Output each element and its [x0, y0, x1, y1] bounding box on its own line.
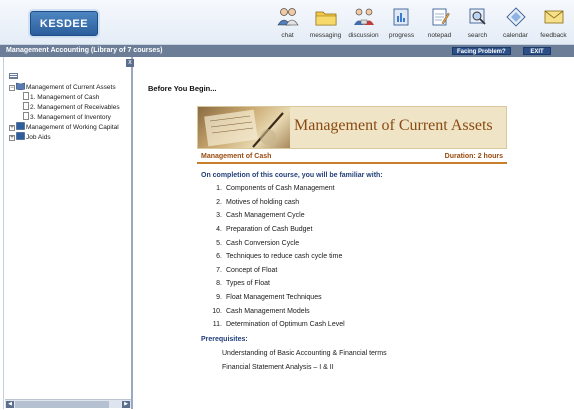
course-tree-panel: x − Management of Current Assets 1. Mana…	[3, 57, 134, 409]
discussion-icon	[353, 6, 375, 28]
banner-title: Management of Current Assets	[294, 117, 493, 134]
toolbar: chat messaging discussion progress notep…	[271, 6, 570, 44]
progress-icon	[391, 6, 413, 28]
tree-item-label: Management of Working Capital	[26, 124, 119, 131]
tree-item-label: Management of Current Assets	[26, 84, 116, 91]
tree-item-inventory[interactable]: 3. Management of Inventory	[9, 112, 133, 123]
expand-icon[interactable]: +	[9, 125, 15, 131]
objective-item: 8. Types of Float	[208, 279, 345, 293]
discussion-button[interactable]: discussion	[347, 6, 380, 44]
horizontal-scrollbar[interactable]: ◀ ▶	[5, 399, 131, 408]
calendar-icon	[505, 6, 527, 28]
objective-number: 9.	[216, 294, 222, 302]
objective-number: 10.	[212, 307, 222, 315]
module-info-bar: Management of Cash Duration: 2 hours	[197, 152, 507, 164]
objective-number: 1.	[216, 185, 222, 192]
objective-number: 7.	[216, 266, 222, 274]
chat-button[interactable]: chat	[271, 6, 304, 44]
objective-item: 9. Float Management Techniques	[208, 293, 345, 307]
objective-item: 3. Cash Management Cycle	[208, 211, 345, 225]
course-banner: Management of Current Assets	[197, 106, 507, 149]
exit-button[interactable]: EXIT	[523, 47, 551, 55]
notepad-button[interactable]: notepad	[423, 6, 456, 44]
objective-text: Determination of Optimum Cash Level	[226, 321, 345, 329]
tree-root	[9, 73, 133, 83]
course-tree: − Management of Current Assets 1. Manage…	[9, 73, 133, 143]
kesdee-logo: KESDEE	[30, 11, 98, 36]
duration: Duration: 2 hours	[444, 153, 503, 160]
feedback-button[interactable]: feedback	[537, 6, 570, 44]
objective-text: Types of Float	[226, 280, 270, 288]
prerequisites-list: Understanding of Basic Accounting & Fina…	[222, 349, 387, 377]
objective-item: 11. Determination of Optimum Cash Level	[208, 320, 345, 334]
objective-text: Preparation of Cash Budget	[226, 225, 313, 233]
objective-text: Techniques to reduce cash cycle time	[226, 253, 343, 261]
objective-number: 4.	[216, 225, 222, 233]
library-title: Management Accounting (Library of 7 cour…	[6, 47, 163, 54]
objective-item: 6. Techniques to reduce cash cycle time	[208, 252, 345, 266]
calendar-button[interactable]: calendar	[499, 6, 532, 44]
objective-text: Float Management Techniques	[226, 294, 322, 302]
tree-item-label: 2. Management of Receivables	[30, 104, 120, 111]
objective-text: Cash Management Models	[226, 307, 310, 315]
prerequisites-heading: Prerequisites:	[201, 336, 248, 343]
scroll-thumb[interactable]	[15, 401, 109, 408]
objective-item: 7. Concept of Float	[208, 266, 345, 280]
tree-item-job-aids[interactable]: + Job Aids	[9, 132, 133, 143]
tree-item-label: 1. Management of Cash	[30, 94, 100, 101]
prerequisite-item: Understanding of Basic Accounting & Fina…	[222, 350, 387, 357]
chat-icon	[276, 6, 299, 28]
objectives-list: 1. Components of Cash Management 2. Motives…	[208, 184, 345, 334]
collapse-icon[interactable]: −	[9, 85, 15, 91]
banner-photo	[198, 107, 290, 148]
objective-number: 11.	[212, 321, 222, 329]
search-icon	[467, 6, 489, 28]
objective-text: Components of Cash Management	[226, 185, 335, 192]
objective-text: Cash Conversion Cycle	[226, 239, 300, 247]
tree-item-working-capital[interactable]: + Management of Working Capital	[9, 122, 133, 133]
objective-text: Cash Management Cycle	[226, 212, 305, 220]
top-header: KESDEE chat messaging discussion progres…	[0, 0, 574, 45]
objective-number: 6.	[216, 253, 222, 261]
scroll-left-icon[interactable]: ◀	[6, 401, 14, 408]
folder-icon	[315, 6, 337, 28]
book-icon	[16, 132, 25, 143]
tree-item-label: 3. Management of Inventory	[30, 114, 111, 121]
objective-text: Motives of holding cash	[226, 198, 300, 206]
objective-number: 8.	[216, 280, 222, 288]
scroll-right-icon[interactable]: ▶	[122, 401, 130, 408]
objective-number: 5.	[216, 239, 222, 247]
module-name: Management of Cash	[201, 153, 272, 160]
objective-item: 5. Cash Conversion Cycle	[208, 239, 345, 253]
objectives-intro: On completion of this course, you will b…	[201, 172, 383, 179]
objective-item: 1. Components of Cash Management	[208, 184, 345, 198]
close-panel-button[interactable]: x	[126, 59, 134, 67]
objective-number: 3.	[216, 212, 222, 220]
library-title-bar: Management Accounting (Library of 7 cour…	[0, 45, 574, 57]
facing-problem-button[interactable]: Facing Problem?	[452, 47, 511, 55]
objective-item: 10. Cash Management Models	[208, 307, 345, 321]
search-button[interactable]: search	[461, 6, 494, 44]
notepad-icon	[429, 6, 451, 28]
objective-item: 4. Preparation of Cash Budget	[208, 225, 345, 239]
messaging-button[interactable]: messaging	[309, 6, 342, 44]
section-heading: Before You Begin...	[148, 84, 217, 93]
feedback-icon	[543, 6, 565, 28]
prerequisite-item: Financial Statement Analysis – I & II	[222, 364, 334, 371]
expand-icon[interactable]: +	[9, 135, 15, 141]
objective-number: 2.	[216, 198, 222, 206]
objective-text: Concept of Float	[226, 266, 278, 274]
tree-item-label: Job Aids	[26, 134, 51, 141]
progress-button[interactable]: progress	[385, 6, 418, 44]
objective-item: 2. Motives of holding cash	[208, 198, 345, 212]
course-content: Before You Begin... Management of Curren…	[135, 57, 574, 410]
